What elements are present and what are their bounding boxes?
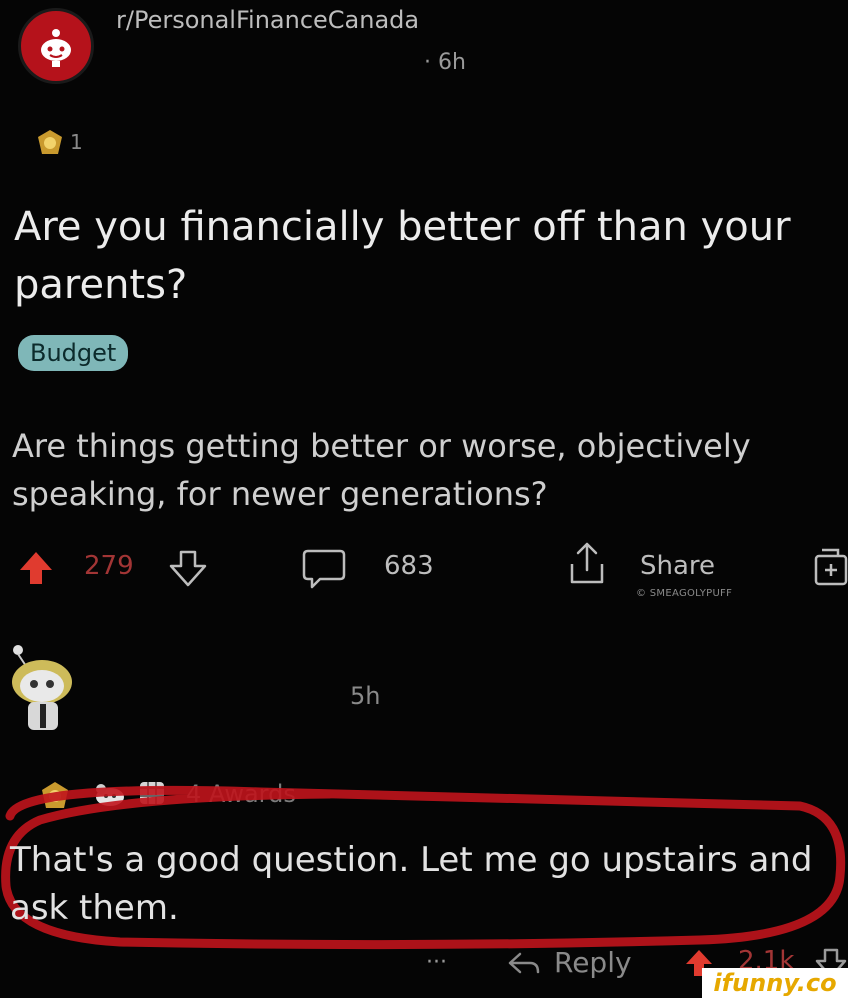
reply-button[interactable]: Reply [554, 946, 632, 979]
comment-icon[interactable] [300, 545, 348, 591]
share-icon[interactable] [566, 540, 608, 586]
screenshot: { "post": { "subreddit": "r/PersonalFina… [0, 0, 848, 998]
post-time: · 6h [424, 50, 466, 75]
flair-badge[interactable]: Budget [18, 335, 129, 371]
more-options-icon[interactable]: ··· [426, 950, 447, 975]
award-count: 1 [70, 130, 83, 154]
reddit-alien-icon [41, 29, 71, 67]
watermark-tag: © SMEAGOLYPUFF [636, 588, 733, 599]
subreddit-name[interactable]: r/PersonalFinanceCanada [116, 6, 419, 34]
post-score: 279 [84, 551, 134, 581]
comment-text: That's a good question. Let me go upstai… [10, 840, 813, 928]
downvote-icon[interactable] [168, 548, 208, 588]
upvote-icon[interactable] [18, 550, 54, 586]
share-button[interactable]: Share [640, 551, 715, 581]
save-icon[interactable] [812, 546, 848, 588]
subreddit-icon[interactable] [18, 8, 94, 84]
reply-icon[interactable] [506, 948, 542, 978]
award-icon [38, 130, 62, 154]
post-body: Are things getting better or worse, obje… [12, 427, 751, 513]
post-title[interactable]: Are you financially better off than your… [14, 198, 814, 314]
comment-time: 5h [350, 682, 381, 710]
comment-count[interactable]: 683 [384, 551, 434, 581]
site-watermark: ifunny.co [702, 968, 848, 998]
commenter-avatar[interactable] [6, 640, 76, 736]
